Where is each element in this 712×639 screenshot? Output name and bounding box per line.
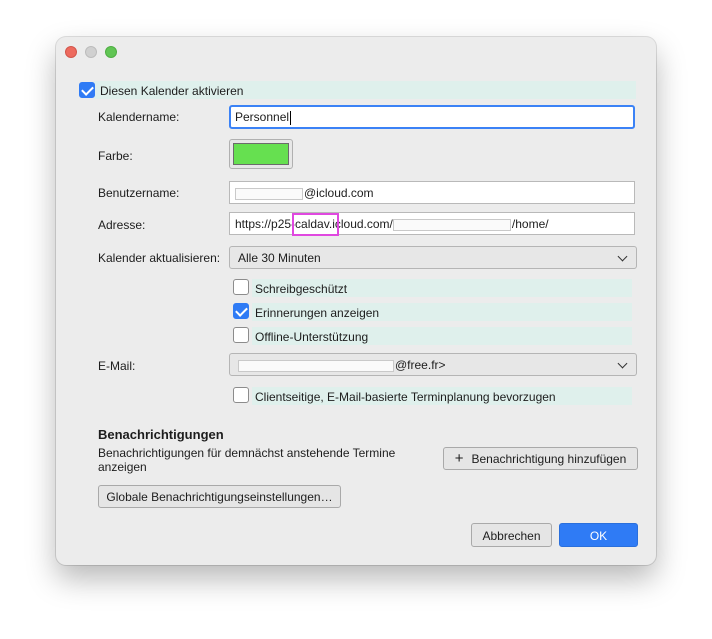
show-reminders-label: Erinnerungen anzeigen bbox=[255, 306, 380, 320]
redacted-username bbox=[235, 187, 303, 200]
chevron-down-icon bbox=[617, 251, 628, 262]
show-reminders-checkbox[interactable] bbox=[233, 303, 249, 319]
add-notification-label: Benachrichtigung hinzufügen bbox=[471, 452, 627, 466]
read-only-label: Schreibgeschützt bbox=[255, 282, 348, 296]
ok-button[interactable]: OK bbox=[559, 523, 638, 547]
global-notification-settings-button[interactable]: Globale Benachrichtigungseinstellungen… bbox=[98, 485, 341, 508]
username-domain: @icloud.com bbox=[304, 186, 374, 200]
username-label: Benutzername: bbox=[98, 186, 180, 200]
offline-support-checkbox[interactable] bbox=[233, 327, 249, 343]
client-scheduling-label: Clientseitige, E-Mail-basierte Terminpla… bbox=[255, 390, 556, 404]
refresh-interval-value: Alle 30 Minuten bbox=[238, 251, 321, 265]
calendar-settings-dialog: Diesen Kalender aktivieren Kalendername:… bbox=[56, 37, 656, 565]
color-label: Farbe: bbox=[98, 149, 133, 163]
cancel-button[interactable]: Abbrechen bbox=[471, 523, 552, 547]
plus-icon: + bbox=[454, 450, 464, 467]
email-label: E-Mail: bbox=[98, 359, 136, 373]
zoom-window-button[interactable] bbox=[105, 46, 117, 58]
add-notification-button[interactable]: + Benachrichtigung hinzufügen bbox=[443, 447, 638, 470]
notifications-description: Benachrichtigungen für demnächst anstehe… bbox=[98, 446, 396, 474]
enable-calendar-checkbox[interactable] bbox=[79, 82, 95, 98]
redacted-account-id bbox=[392, 218, 511, 231]
address-part-4: /home/ bbox=[511, 217, 549, 231]
redacted-email bbox=[238, 359, 394, 372]
enable-calendar-label: Diesen Kalender aktivieren bbox=[100, 84, 244, 98]
chevron-down-icon bbox=[617, 358, 628, 369]
calendar-name-label: Kalendername: bbox=[98, 110, 180, 124]
text-caret bbox=[290, 110, 292, 125]
refresh-interval-select[interactable]: Alle 30 Minuten bbox=[229, 246, 637, 269]
read-only-checkbox[interactable] bbox=[233, 279, 249, 295]
close-window-button[interactable] bbox=[65, 46, 77, 58]
calendar-name-value: Personnel bbox=[235, 110, 290, 124]
annotation-highlight-box bbox=[292, 213, 339, 236]
email-select[interactable]: @free.fr> bbox=[229, 353, 637, 376]
client-scheduling-checkbox[interactable] bbox=[233, 387, 249, 403]
title-bar bbox=[56, 37, 656, 67]
calendar-name-input[interactable]: Personnel bbox=[229, 105, 635, 129]
address-input[interactable]: https://p25-caldav.icloud.com//home/ bbox=[229, 212, 635, 235]
email-domain: @free.fr> bbox=[395, 358, 446, 372]
username-input[interactable]: @icloud.com bbox=[229, 181, 635, 204]
minimize-window-button[interactable] bbox=[85, 46, 97, 58]
notifications-title: Benachrichtigungen bbox=[98, 427, 224, 442]
color-swatch bbox=[233, 143, 289, 165]
refresh-label: Kalender aktualisieren: bbox=[98, 251, 221, 265]
calendar-color-button[interactable] bbox=[229, 139, 293, 169]
offline-support-label: Offline-Unterstützung bbox=[255, 330, 369, 344]
address-part-3: icloud.com/ bbox=[332, 217, 393, 231]
address-label: Adresse: bbox=[98, 218, 146, 232]
address-part-1: https://p25 bbox=[235, 217, 292, 231]
